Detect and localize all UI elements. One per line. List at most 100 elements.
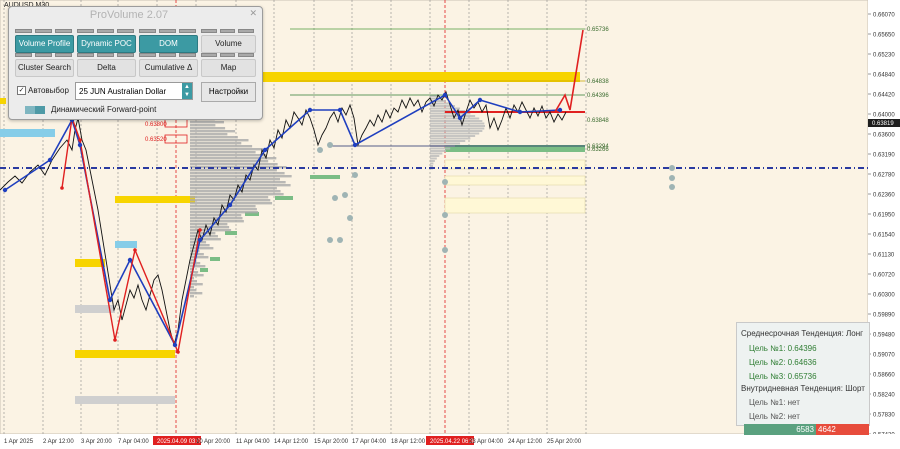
time-tick-label: 1 Apr 2025 — [4, 439, 34, 445]
price-tick-label: 0.65230 — [873, 53, 895, 59]
current-price-label: 0.63819 — [872, 121, 894, 127]
medium-target-1: Цель №1: 0.64396 — [749, 344, 817, 353]
profile-bar — [190, 223, 228, 226]
profile-bar — [190, 178, 280, 181]
medium-target-2: Цель №2: 0.64636 — [749, 358, 817, 367]
profile-bar — [190, 217, 243, 220]
close-icon[interactable]: ✕ — [249, 8, 257, 19]
color-swatches — [139, 53, 196, 57]
blue-node — [337, 107, 343, 113]
profile-bar — [430, 162, 434, 165]
profile-bar — [190, 154, 267, 157]
time-tick-label: 10 Apr 20:00 — [196, 439, 231, 445]
circle-marker — [327, 142, 333, 148]
profile-bar — [190, 139, 249, 142]
profile-bar — [430, 130, 483, 132]
profile-bar — [190, 244, 210, 247]
profile-bar — [190, 271, 199, 274]
volume-button[interactable]: Volume — [201, 35, 256, 53]
profile-bar — [190, 187, 277, 190]
intraday-target-1: Цель №1: нет — [749, 398, 800, 407]
red-node — [133, 248, 137, 252]
circle-marker — [352, 172, 358, 178]
time-tick-label: 25 Apr 20:00 — [547, 439, 582, 445]
red-node — [113, 338, 117, 342]
grey-zone — [75, 396, 175, 404]
instrument-select[interactable]: 25 JUN Australian Dollar ▲ ▼ — [75, 82, 193, 100]
delta-button[interactable]: Delta — [77, 59, 136, 77]
intraday-trend-title: Внутридневная Тенденция: Шорт — [741, 384, 865, 393]
profile-bar — [430, 127, 485, 130]
red-projection — [554, 29, 584, 113]
provolume-panel[interactable]: ProVolume 2.07 ✕ Volume Profile Dynamic … — [8, 6, 263, 120]
auto-select-checkbox[interactable]: ✓ Автовыбор — [17, 86, 69, 96]
forward-point-icon[interactable] — [25, 105, 45, 114]
price-tick-label: 0.61540 — [873, 233, 895, 239]
color-swatches — [77, 29, 134, 33]
auto-select-label: Автовыбор — [28, 86, 69, 95]
level-label: 0.63266 — [587, 147, 609, 153]
profile-bar — [190, 283, 203, 286]
profile-bar — [190, 295, 194, 298]
color-swatches — [15, 29, 72, 33]
cumulative-delta-button[interactable]: Cumulative Δ — [139, 59, 198, 77]
map-button[interactable]: Map — [201, 59, 256, 77]
profile-bar — [190, 292, 203, 295]
time-tick-label: 24 Apr 12:00 — [508, 439, 543, 445]
red-node — [176, 350, 180, 354]
profile-bar — [190, 184, 291, 187]
profile-bar — [430, 132, 480, 135]
dynamic-poc-button[interactable]: Dynamic POC — [77, 35, 136, 53]
panel-title: ProVolume 2.07 — [89, 9, 169, 21]
profile-bar — [430, 142, 461, 145]
price-tick-label: 0.61130 — [873, 253, 895, 259]
yellow-zone — [115, 196, 195, 203]
blue-zone — [115, 241, 137, 248]
color-swatches — [15, 53, 72, 57]
settings-button[interactable]: Настройки — [201, 82, 256, 102]
profile-bar — [430, 152, 443, 155]
blue-node — [127, 257, 133, 263]
level-label: 0.63800 — [145, 122, 167, 128]
circle-marker — [342, 192, 348, 198]
level-label: 0.64396 — [587, 93, 609, 99]
profile-bar — [430, 125, 485, 127]
level-label: 0.63520 — [145, 137, 167, 143]
price-tick-label: 0.62780 — [873, 173, 895, 179]
dom-button[interactable]: DOM — [139, 35, 198, 53]
blue-node — [107, 297, 113, 303]
cluster-search-button[interactable]: Cluster Search — [15, 59, 74, 77]
forward-point-toggle[interactable]: Динамический Forward-point — [25, 105, 156, 114]
checkbox-box[interactable]: ✓ — [17, 86, 26, 96]
profile-bar — [190, 142, 242, 145]
blue-node — [477, 97, 483, 103]
profile-bar — [190, 121, 224, 124]
profile-bar — [190, 145, 253, 148]
time-tick-label: 15 Apr 20:00 — [314, 439, 349, 445]
volume-ratio-bar: 6583 4642 — [744, 424, 869, 435]
profile-bar — [190, 286, 194, 289]
blue-node — [442, 92, 448, 98]
profile-bar — [430, 135, 476, 137]
profile-bar — [190, 151, 256, 154]
blue-node — [197, 237, 203, 243]
sell-volume: 4642 — [816, 424, 869, 435]
profile-bar — [190, 169, 277, 172]
time-tick-label: 17 Apr 04:00 — [352, 439, 387, 445]
time-tick-label: 11 Apr 04:00 — [236, 439, 270, 445]
color-swatches — [201, 29, 255, 33]
instrument-value: 25 JUN Australian Dollar — [79, 87, 167, 96]
green-zone — [225, 231, 237, 235]
target-box — [444, 175, 586, 186]
volume-profile-button[interactable]: Volume Profile — [15, 35, 74, 53]
price-tick-label: 0.60300 — [873, 293, 895, 299]
profile-bar — [190, 232, 216, 235]
medium-target-3: Цель №3: 0.65736 — [749, 372, 817, 381]
circle-marker — [327, 237, 333, 243]
profile-bar — [430, 107, 461, 110]
time-tick-label: 7 Apr 04:00 — [118, 439, 149, 445]
color-swatches — [139, 29, 196, 33]
intraday-target-2: Цель №2: нет — [749, 412, 800, 421]
select-arrows-icon[interactable]: ▲ ▼ — [182, 83, 192, 99]
profile-bar — [430, 155, 440, 157]
